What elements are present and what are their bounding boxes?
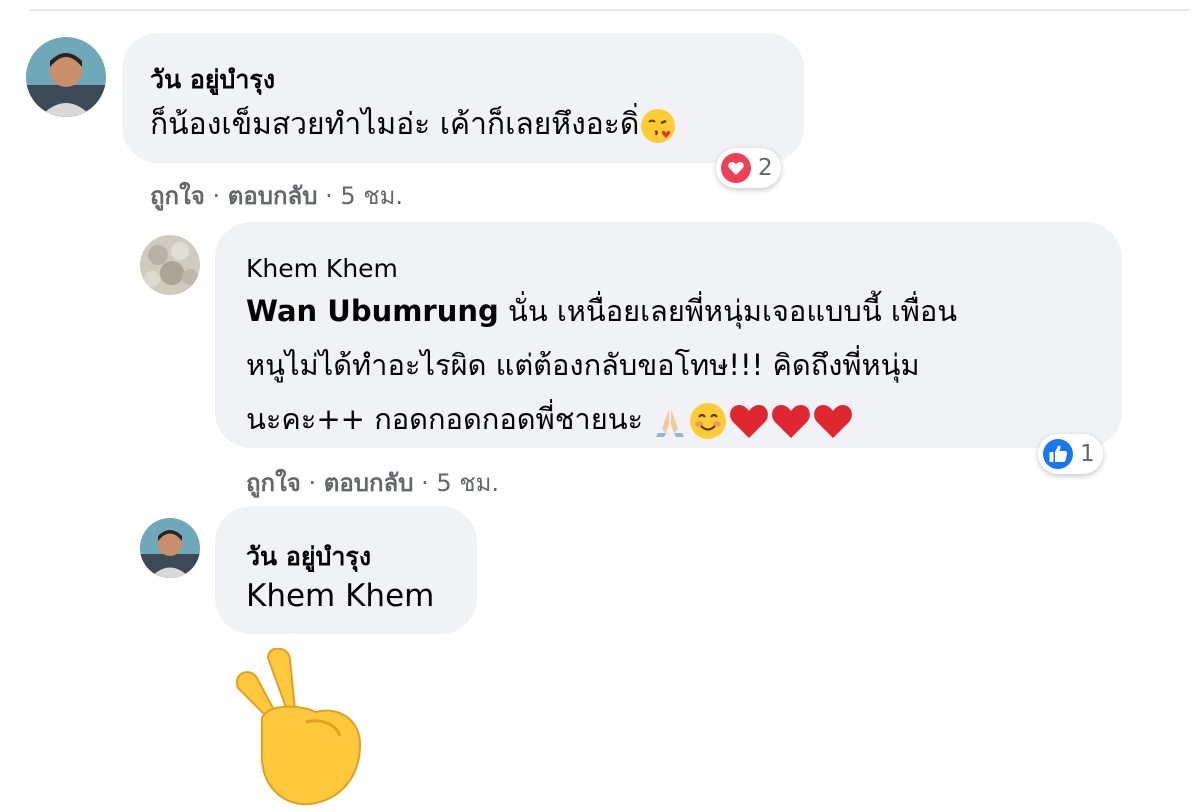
separator: · bbox=[308, 469, 317, 497]
comment-line: นะคะ++ กอดกอดกอดพี่ชายนะ bbox=[246, 392, 957, 446]
red-heart-emoji-icon bbox=[812, 401, 854, 441]
reaction-count: 1 bbox=[1080, 441, 1095, 467]
comment-text: Khem Khem bbox=[246, 578, 435, 614]
like-reaction-icon bbox=[1043, 439, 1073, 469]
comment-line: หนูไม่ได้ทำอะไรผิด แต่ต้องกลับขอโทษ!!! ค… bbox=[246, 348, 920, 382]
folded-hands-emoji-icon bbox=[652, 403, 688, 439]
mention-link[interactable]: Wan Ubumrung bbox=[246, 294, 499, 328]
separator: · bbox=[212, 182, 221, 210]
avatar[interactable] bbox=[140, 235, 200, 295]
comment-actions: ถูกใจ · ตอบกลับ · 5 ชม. bbox=[246, 463, 499, 502]
red-heart-emoji-icon bbox=[770, 401, 812, 441]
separator: · bbox=[421, 469, 429, 497]
like-button[interactable]: ถูกใจ bbox=[246, 469, 301, 497]
reply-button[interactable]: ตอบกลับ bbox=[324, 469, 414, 497]
kissing-face-heart-emoji-icon bbox=[639, 107, 677, 145]
timestamp[interactable]: 5 ชม. bbox=[436, 469, 499, 497]
comment-text-content: นั่น เหนื่อยเลยพี่หนุ่มเจอแบบนี้ เพื่อน bbox=[498, 294, 958, 328]
comment-text: ก็น้องเข็มสวยทำไมอ่ะ เค้าก็เลยหึงอะดิ่ bbox=[150, 98, 677, 152]
heart-reaction-icon bbox=[721, 153, 751, 183]
comment-actions: ถูกใจ · ตอบกลับ · 5 ชม. bbox=[150, 176, 403, 215]
reply-button[interactable]: ตอบกลับ bbox=[228, 182, 318, 210]
victory-hand-emoji-icon bbox=[228, 647, 388, 806]
timestamp[interactable]: 5 ชม. bbox=[340, 182, 403, 210]
separator: · bbox=[325, 182, 333, 210]
comment-line: Wan Ubumrung นั่น เหนื่อยเลยพี่หนุ่มเจอแ… bbox=[246, 284, 957, 338]
avatar[interactable] bbox=[140, 518, 200, 578]
smiling-face-emoji-icon bbox=[688, 401, 728, 441]
comment-author[interactable]: Khem Khem bbox=[246, 254, 398, 283]
like-button[interactable]: ถูกใจ bbox=[150, 182, 205, 210]
reaction-count: 2 bbox=[758, 155, 773, 181]
comment-text: Wan Ubumrung นั่น เหนื่อยเลยพี่หนุ่มเจอแ… bbox=[246, 284, 957, 446]
comment-author[interactable]: วัน อยู่บำรุง bbox=[150, 60, 275, 100]
reaction-badge[interactable]: 1 bbox=[1038, 434, 1103, 474]
reaction-badge[interactable]: 2 bbox=[716, 148, 781, 188]
comment-text-content: ก็น้องเข็มสวยทำไมอ่ะ เค้าก็เลยหึงอะดิ่ bbox=[150, 107, 640, 142]
red-heart-emoji-icon bbox=[728, 401, 770, 441]
comment-text-content: นะคะ++ กอดกอดกอดพี่ชายนะ bbox=[246, 402, 644, 436]
top-divider bbox=[30, 9, 1190, 11]
avatar[interactable] bbox=[26, 37, 106, 117]
